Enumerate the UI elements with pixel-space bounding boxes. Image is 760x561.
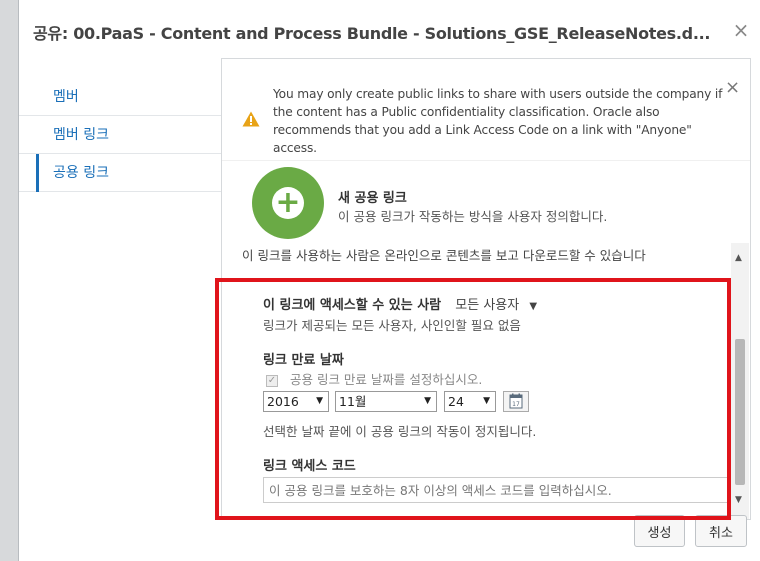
expiry-checkbox[interactable]: ✓ — [266, 374, 278, 387]
nav-item-label: 멤버 — [53, 89, 79, 105]
dialog-titlebar: 공유: 00.PaaS - Content and Process Bundle… — [19, 0, 760, 60]
cancel-button[interactable]: 취소 — [695, 515, 747, 547]
month-select[interactable]: 11월 ▼ — [335, 391, 437, 412]
chevron-down-icon: ▼ — [316, 396, 323, 406]
access-label: 이 링크에 액세스할 수 있는 사람 — [263, 298, 442, 313]
access-description: 링크가 제공되는 모든 사용자, 사인인할 필요 없음 — [263, 318, 521, 333]
cutoff-text: 이 링크를 사용하는 사람은 온라인으로 콘텐츠를 보고 다운로드할 수 있습니… — [242, 248, 646, 263]
create-button[interactable]: 생성 — [634, 515, 685, 547]
background-window — [0, 0, 18, 561]
new-link-description: 이 공용 링크가 작동하는 방식을 사용자 정의합니다. — [338, 209, 608, 224]
date-description: 선택한 날짜 끝에 이 공용 링크의 작동이 정지됩니다. — [263, 424, 537, 439]
access-row: 이 링크에 액세스할 수 있는 사람 모든 사용자 ▼ — [263, 294, 537, 313]
scroll-down-icon[interactable]: ▼ — [735, 495, 742, 505]
scrollbar[interactable]: ▲ ▼ — [731, 243, 749, 519]
expiry-title: 링크 만료 날짜 — [263, 353, 344, 368]
share-dialog: 공유: 00.PaaS - Content and Process Bundle… — [18, 0, 760, 561]
calendar-day: 17 — [512, 401, 520, 408]
nav-item-label: 멤버 링크 — [53, 127, 109, 143]
nav-item-public-links[interactable]: 공용 링크 — [19, 154, 221, 192]
access-code-title: 링크 액세스 코드 — [263, 459, 356, 474]
notice-banner: You may only create public links to shar… — [222, 59, 750, 161]
new-public-link[interactable]: + 새 공용 링크 이 공용 링크가 작동하는 방식을 사용자 정의합니다. — [222, 161, 750, 243]
chevron-down-icon: ▼ — [483, 396, 490, 406]
nav-item-label: 공용 링크 — [53, 165, 109, 181]
warning-icon — [242, 111, 260, 127]
access-dropdown[interactable]: 모든 사용자 ▼ — [455, 298, 537, 313]
access-code-input[interactable] — [263, 477, 741, 503]
notice-text: You may only create public links to shar… — [273, 87, 723, 155]
calendar-icon: 17 — [509, 393, 523, 409]
expiry-checkbox-row: ✓ 공용 링크 만료 날짜를 설정하십시오. — [266, 369, 482, 388]
add-circle-icon[interactable]: + — [252, 167, 324, 239]
day-value: 24 — [448, 394, 464, 409]
close-icon[interactable]: × — [729, 18, 753, 42]
public-links-panel: You may only create public links to shar… — [221, 58, 751, 520]
link-settings-scroll-area: 이 링크를 사용하는 사람은 온라인으로 콘텐츠를 보고 다운로드할 수 있습니… — [222, 243, 750, 519]
day-select[interactable]: 24 ▼ — [444, 391, 496, 412]
chevron-down-icon: ▼ — [529, 301, 538, 312]
year-select[interactable]: 2016 ▼ — [263, 391, 329, 412]
dialog-title: 공유: 00.PaaS - Content and Process Bundle… — [33, 24, 711, 43]
access-value: 모든 사용자 — [455, 298, 520, 313]
scroll-thumb[interactable] — [735, 339, 745, 485]
year-value: 2016 — [267, 394, 299, 409]
plus-icon: + — [272, 187, 304, 219]
month-value: 11월 — [339, 394, 367, 409]
nav-item-members[interactable]: 멤버 — [19, 78, 221, 116]
share-nav: 멤버 멤버 링크 공용 링크 — [19, 78, 221, 192]
expiry-checkbox-label: 공용 링크 만료 날짜를 설정하십시오. — [289, 372, 483, 387]
scroll-up-icon[interactable]: ▲ — [735, 253, 742, 263]
nav-item-member-links[interactable]: 멤버 링크 — [19, 116, 221, 154]
new-link-title: 새 공용 링크 — [338, 191, 407, 206]
chevron-down-icon: ▼ — [424, 396, 431, 406]
close-icon[interactable]: × — [725, 77, 740, 98]
calendar-button[interactable]: 17 — [503, 391, 529, 412]
